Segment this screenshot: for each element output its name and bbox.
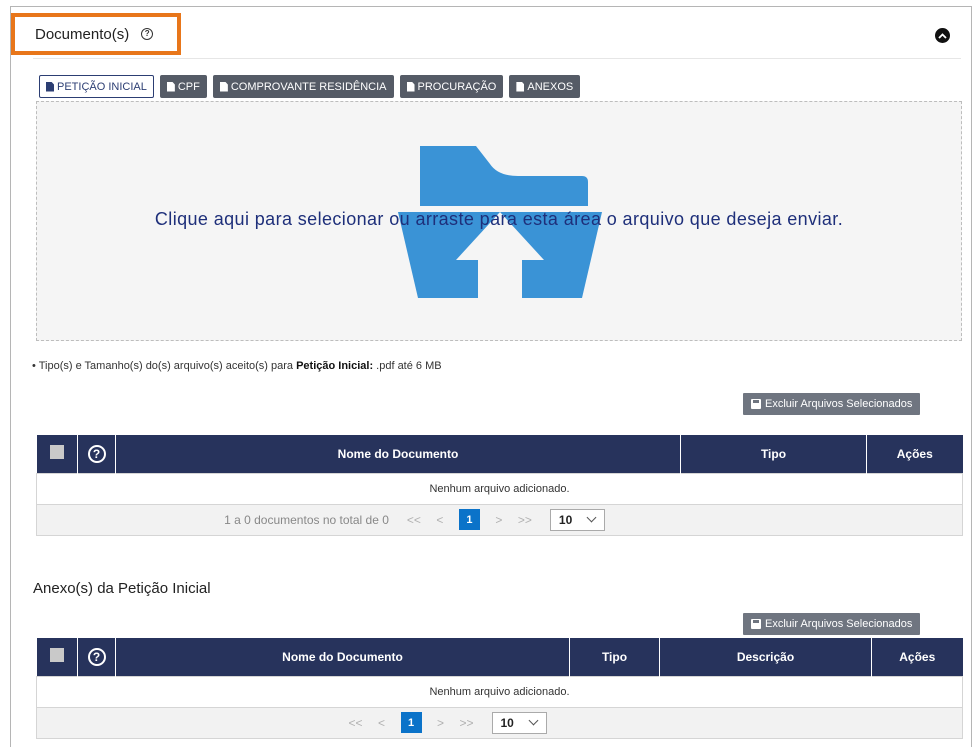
annex-table: ? Nome do Documento Tipo Descrição Ações…	[36, 638, 963, 739]
file-icon	[406, 81, 415, 92]
documents-table: ? Nome do Documento Tipo Ações Nenhum ar…	[36, 435, 963, 536]
help-header: ?	[77, 638, 116, 676]
column-description: Descrição	[659, 638, 872, 676]
document-type-tabs: PETIÇÃO INICIAL CPF COMPROVANTE RESIDÊNC…	[39, 75, 581, 98]
file-icon	[219, 81, 228, 92]
select-all-checkbox[interactable]	[49, 445, 64, 460]
accepted-file-info: • Tipo(s) e Tamanho(s) do(s) arquivo(s) …	[32, 360, 442, 372]
tab-anexos[interactable]: ANEXOS	[509, 75, 581, 98]
column-name: Nome do Documento	[115, 435, 681, 473]
select-all-checkbox[interactable]	[49, 648, 64, 663]
tab-procuracao[interactable]: PROCURAÇÃO	[399, 75, 504, 98]
next-page-button[interactable]: >	[486, 513, 512, 527]
current-page[interactable]: 1	[458, 509, 480, 530]
prev-page-button[interactable]: <	[427, 513, 453, 527]
chevron-down-icon	[586, 512, 597, 522]
help-icon[interactable]: ?	[87, 444, 106, 463]
column-actions: Ações	[871, 638, 963, 676]
first-page-button[interactable]: <<	[401, 513, 427, 527]
page-size-select[interactable]: 10	[549, 508, 605, 531]
last-page-button[interactable]: >>	[454, 716, 480, 730]
empty-message: Nenhum arquivo adicionado.	[36, 472, 963, 505]
column-name: Nome do Documento	[115, 638, 570, 676]
pagination: 1 a 0 documentos no total de 0 << < 1 > …	[36, 503, 963, 536]
delete-selected-button[interactable]: Excluir Arquivos Selecionados	[743, 393, 921, 415]
help-header: ?	[77, 435, 116, 473]
select-all-header	[36, 638, 78, 676]
next-page-button[interactable]: >	[428, 716, 454, 730]
annex-section-title: Anexo(s) da Petição Inicial	[33, 580, 211, 597]
last-page-button[interactable]: >>	[512, 513, 538, 527]
help-icon[interactable]: ?	[87, 647, 106, 666]
file-dropzone[interactable]: Clique aqui para selecionar ou arraste p…	[36, 101, 962, 341]
first-page-button[interactable]: <<	[343, 716, 369, 730]
pagination-summary: 1 a 0 documentos no total de 0	[224, 512, 389, 527]
file-icon	[46, 81, 54, 92]
dropzone-instruction: Clique aqui para selecionar ou arraste p…	[154, 209, 844, 229]
tab-peticao-inicial[interactable]: PETIÇÃO INICIAL	[39, 75, 154, 98]
section-title: Documento(s)	[35, 25, 130, 43]
tab-cpf[interactable]: CPF	[159, 75, 207, 98]
collapse-icon[interactable]	[935, 28, 950, 43]
file-icon	[516, 81, 525, 92]
help-icon[interactable]: ?	[141, 28, 154, 40]
column-type: Tipo	[680, 435, 867, 473]
current-page[interactable]: 1	[400, 712, 422, 733]
save-icon	[751, 619, 761, 629]
prev-page-button[interactable]: <	[369, 716, 395, 730]
pagination: << < 1 > >> 10	[36, 706, 963, 739]
select-all-header	[36, 435, 78, 473]
file-icon	[166, 81, 175, 92]
save-icon	[751, 399, 761, 409]
empty-message: Nenhum arquivo adicionado.	[36, 675, 963, 708]
tab-comprovante-residencia[interactable]: COMPROVANTE RESIDÊNCIA	[212, 75, 394, 98]
section-header: Documento(s) ?	[11, 13, 181, 55]
column-actions: Ações	[866, 435, 963, 473]
divider	[33, 58, 961, 59]
column-type: Tipo	[569, 638, 660, 676]
page-size-select[interactable]: 10	[491, 711, 547, 734]
delete-selected-annex-button[interactable]: Excluir Arquivos Selecionados	[743, 613, 921, 635]
chevron-down-icon	[528, 715, 538, 725]
